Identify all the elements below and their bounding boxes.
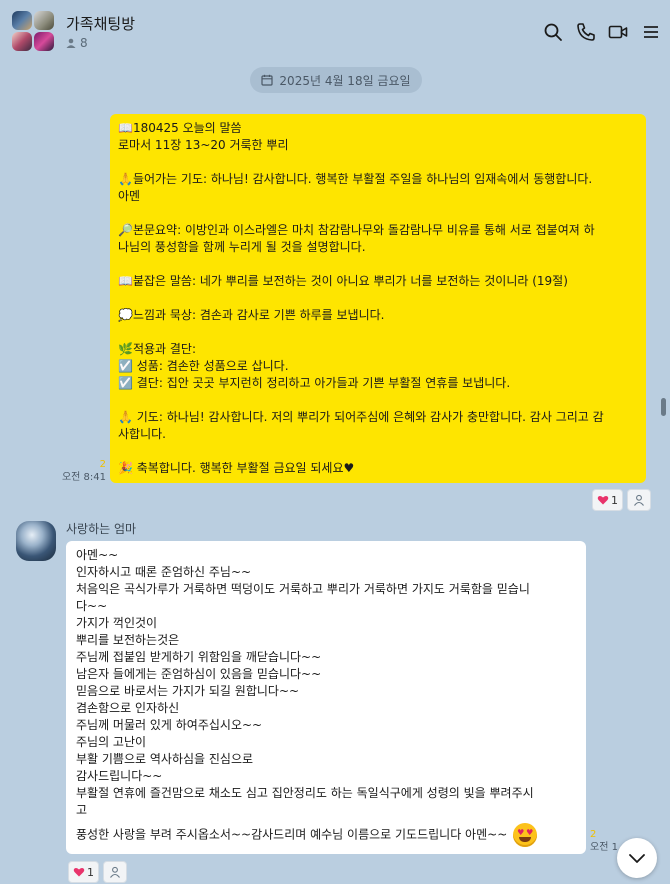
- message-line: 주님의 고난이: [76, 735, 147, 749]
- message-line: 고: [76, 803, 88, 817]
- message-meta: 2 오전 8:41: [60, 458, 106, 484]
- message-line: 부활 기쁨으로 역사하심을 진심으로: [76, 752, 254, 766]
- received-message-bubble[interactable]: 아멘~~ 인자하시고 때론 준엄하신 주님~~ 처음익은 곡식가루가 거룩하면 …: [66, 541, 586, 854]
- reaction-count: 1: [87, 865, 94, 879]
- message-line: 🎉 축복합니다. 행복한 부활절 금요일 되세요♥: [118, 461, 355, 475]
- reaction-row: 1: [592, 489, 651, 511]
- group-avatar[interactable]: [12, 11, 56, 53]
- message-line: 다~~: [76, 599, 108, 613]
- member-avatar: [12, 32, 32, 51]
- message-line: 🙏 기도: 하나님! 감사합니다. 저의 뿌리가 되어주심에 은혜와 감사가 충…: [118, 410, 604, 424]
- message-line: 로마서 11장 13~20 거룩한 뿌리: [118, 138, 289, 152]
- chat-header: 가족채팅방 8: [0, 0, 670, 62]
- search-icon[interactable]: [543, 22, 563, 42]
- heart-icon: [73, 867, 85, 877]
- member-count[interactable]: 8: [66, 36, 88, 50]
- reaction-count: 1: [611, 493, 618, 507]
- my-message-bubble[interactable]: 📖180425 오늘의 말씀 로마서 11장 13~20 거룩한 뿌리 🙏들어가…: [110, 114, 646, 483]
- message-line: 감사드립니다~~: [76, 769, 163, 783]
- member-avatar: [12, 11, 32, 30]
- message-line: 믿음으로 바로서는 가지가 되길 원합니다~~: [76, 684, 300, 698]
- menu-icon[interactable]: [641, 22, 661, 42]
- reaction-heart[interactable]: 1: [68, 861, 99, 883]
- phone-icon[interactable]: [576, 22, 596, 42]
- message-time: 오전 8:41: [61, 472, 106, 483]
- message-line: 풍성한 사랑을 부려 주시옵소서~~감사드리며 예수님 이름으로 기도드립니다 …: [76, 827, 508, 842]
- message-line: 남은자 들에게는 준엄하심이 있음을 믿습니다~~: [76, 667, 322, 681]
- person-icon: [634, 494, 644, 506]
- chevron-down-icon: [629, 854, 645, 863]
- message-line: 🔎본문요약: 이방인과 이스라엘은 마치 참감람나무와 돌감람나무 비유를 통해…: [118, 223, 595, 237]
- message-line: 나님의 풍성함을 함께 누리게 될 것을 설명합니다.: [118, 240, 366, 254]
- unread-count: 2: [590, 829, 597, 840]
- message-line: 부활절 연휴에 즐건맘으로 채소도 심고 집안정리도 하는 독일식구에게 성령의…: [76, 786, 534, 800]
- message-line: 뿌리를 보전하는것은: [76, 633, 180, 647]
- room-title: 가족채팅방: [66, 15, 136, 33]
- message-line: ☑️ 결단: 집안 곳곳 부지런히 정리하고 아가들과 기쁜 부활절 연휴를 보…: [118, 376, 511, 390]
- message-line: 처음익은 곡식가루가 거룩하면 떡덩이도 거룩하고 뿌리가 거룩하면 가지도 거…: [76, 582, 530, 596]
- unread-count: 2: [99, 459, 106, 470]
- message-line: 📖붙잡은 말씀: 네가 뿌리를 보전하는 것이 아니요 뿌리가 너를 보전하는 …: [118, 274, 568, 288]
- message-line: 가지가 꺽인것이: [76, 616, 158, 630]
- sender-avatar[interactable]: [16, 521, 56, 561]
- message-meta: 2 오전 1: [590, 828, 618, 854]
- scrollbar-thumb[interactable]: [661, 398, 666, 416]
- reaction-users[interactable]: [627, 489, 651, 511]
- message-line: 주님께 머물러 있게 하여주십시오~~: [76, 718, 263, 732]
- member-avatar: [34, 11, 54, 30]
- scroll-to-bottom-button[interactable]: [617, 838, 657, 878]
- reaction-users[interactable]: [103, 861, 127, 883]
- sender-name: 사랑하는 엄마: [66, 522, 137, 536]
- date-divider-text: 2025년 4월 18일 금요일: [279, 73, 411, 88]
- message-line: ☑️ 성품: 겸손한 성품으로 삽니다.: [118, 359, 289, 373]
- message-line: 아멘: [118, 189, 141, 203]
- message-line: 주님께 접붙임 받게하기 위함임을 깨닫습니다~~: [76, 650, 322, 664]
- message-line: 아멘~~: [76, 548, 119, 562]
- person-icon: [110, 866, 120, 878]
- heart-icon: [597, 495, 609, 505]
- member-avatar: [34, 32, 54, 51]
- message-last-line: 풍성한 사랑을 부려 주시옵소서~~감사드리며 예수님 이름으로 기도드립니다 …: [76, 823, 576, 847]
- message-time: 오전 1: [590, 842, 618, 853]
- message-line: 겸손함으로 인자하신: [76, 701, 180, 715]
- message-line: 💭느낌과 묵상: 겸손과 감사로 기쁜 하루를 보냅니다.: [118, 308, 385, 322]
- person-icon: [66, 38, 76, 48]
- reaction-row: 1: [68, 861, 127, 883]
- video-call-icon[interactable]: [608, 22, 628, 42]
- message-line: 사합니다.: [118, 427, 166, 441]
- message-line: 인자하시고 때론 준엄하신 주님~~: [76, 565, 252, 579]
- calendar-icon: [261, 74, 274, 86]
- message-line: 🙏들어가는 기도: 하나님! 감사합니다. 행복한 부활절 주일을 하나님의 임…: [118, 172, 593, 186]
- reaction-heart[interactable]: 1: [592, 489, 623, 511]
- member-count-value: 8: [80, 36, 88, 50]
- message-line: 📖180425 오늘의 말씀: [118, 121, 242, 135]
- heart-eyes-emoji-icon: ♥ ♥: [513, 823, 538, 847]
- date-divider: 2025년 4월 18일 금요일: [250, 67, 422, 93]
- message-line: 🌿적용과 결단:: [118, 342, 196, 356]
